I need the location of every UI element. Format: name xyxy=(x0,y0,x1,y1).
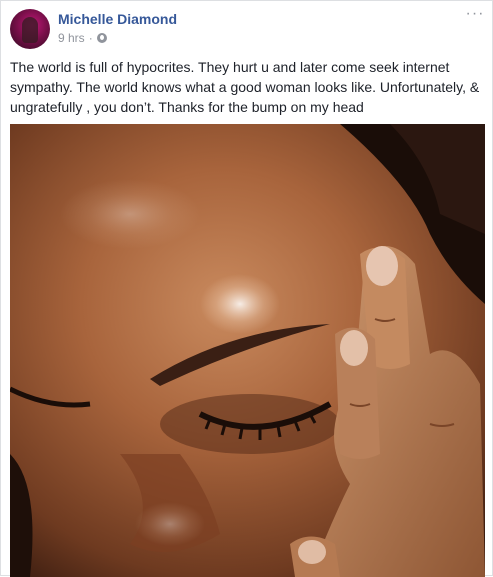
post-header: Michelle Diamond 9 hrs · ··· xyxy=(10,6,485,49)
globe-icon[interactable] xyxy=(96,33,107,43)
avatar-figure xyxy=(22,17,38,43)
post-timestamp[interactable]: 9 hrs xyxy=(58,31,85,45)
post-photo[interactable] xyxy=(10,124,485,577)
facebook-post: Michelle Diamond 9 hrs · ··· The world i… xyxy=(0,0,493,577)
author-name[interactable]: Michelle Diamond xyxy=(58,11,177,27)
avatar[interactable] xyxy=(10,9,50,49)
post-meta: 9 hrs · xyxy=(58,31,107,45)
meta-separator: · xyxy=(88,31,93,45)
photo-image xyxy=(10,124,485,577)
more-options-icon[interactable]: ··· xyxy=(465,6,485,23)
post-text: The world is full of hypocrites. They hu… xyxy=(10,59,480,115)
